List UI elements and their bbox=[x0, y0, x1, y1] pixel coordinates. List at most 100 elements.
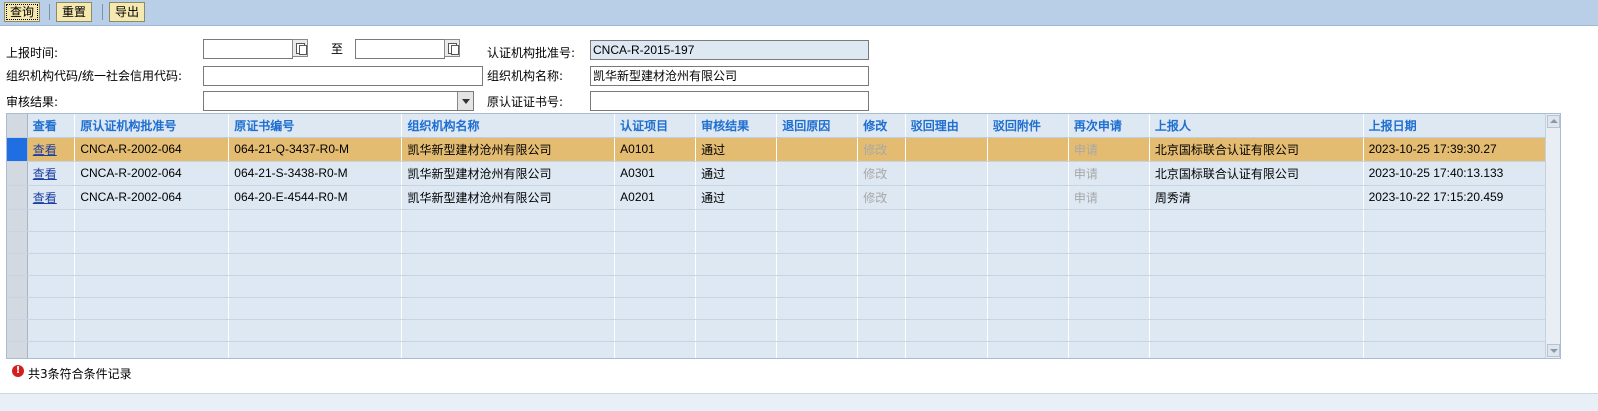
table-cell: 064-21-Q-3437-R0-M bbox=[228, 137, 403, 162]
export-button[interactable]: 导出 bbox=[109, 2, 146, 22]
table-cell: A0301 bbox=[614, 161, 697, 186]
column-header[interactable]: 驳回附件 bbox=[987, 114, 1069, 138]
row-selector[interactable] bbox=[7, 185, 28, 210]
table-cell bbox=[987, 185, 1069, 210]
table-cell: 2023-10-22 17:15:20.459 bbox=[1363, 185, 1547, 210]
view-link[interactable]: 查看 bbox=[33, 191, 57, 205]
reapply-action: 申请 bbox=[1068, 137, 1150, 162]
column-header[interactable]: 再次申请 bbox=[1068, 114, 1150, 138]
row-selector[interactable] bbox=[7, 137, 28, 162]
report-time-from-input[interactable] bbox=[203, 39, 293, 59]
org-name-input[interactable]: 凯华新型建材沧州有限公司 bbox=[590, 66, 869, 86]
table-cell: 2023-10-25 17:40:13.133 bbox=[1363, 161, 1547, 186]
record-count-text: 共3条符合条件记录 bbox=[28, 367, 132, 381]
table-cell bbox=[776, 137, 859, 162]
table-cell bbox=[987, 137, 1069, 162]
column-header[interactable]: 退回原因 bbox=[776, 114, 859, 138]
table-cell: 通过 bbox=[695, 137, 778, 162]
modify-action: 修改 bbox=[857, 185, 906, 210]
orig-cert-no-input[interactable] bbox=[590, 91, 869, 111]
cert-body-approval-label: 认证机构批准号: bbox=[487, 46, 576, 60]
query-button[interactable]: 查询 bbox=[4, 2, 41, 22]
reapply-action: 申请 bbox=[1068, 161, 1150, 186]
row-selector[interactable] bbox=[7, 161, 28, 186]
review-result-label: 审核结果: bbox=[6, 95, 59, 109]
toolbar-separator bbox=[102, 4, 103, 20]
table-cell: 通过 bbox=[695, 185, 778, 210]
column-header[interactable]: 组织机构名称 bbox=[401, 114, 616, 138]
bottom-bar bbox=[0, 393, 1598, 411]
column-header[interactable]: 认证项目 bbox=[614, 114, 697, 138]
table-cell: CNCA-R-2002-064 bbox=[74, 161, 230, 186]
calendar-icon[interactable] bbox=[444, 39, 460, 57]
column-header[interactable]: 修改 bbox=[857, 114, 906, 138]
column-header[interactable]: 审核结果 bbox=[695, 114, 778, 138]
calendar-icon[interactable] bbox=[292, 39, 308, 57]
report-time-to-input[interactable] bbox=[355, 39, 445, 59]
table-cell: 064-20-E-4544-R0-M bbox=[228, 185, 403, 210]
scroll-down-icon[interactable] bbox=[1547, 344, 1560, 357]
report-time-label: 上报时间: bbox=[6, 46, 59, 60]
column-header[interactable]: 原认证机构批准号 bbox=[74, 114, 230, 138]
table-cell: 凯华新型建材沧州有限公司 bbox=[401, 161, 616, 186]
alert-icon: ! bbox=[12, 365, 24, 377]
table-cell: 北京国标联合认证有限公司 bbox=[1149, 161, 1364, 186]
reset-button[interactable]: 重置 bbox=[56, 2, 93, 22]
org-name-label: 组织机构名称: bbox=[487, 69, 564, 83]
table-cell bbox=[905, 137, 988, 162]
table-cell bbox=[905, 185, 988, 210]
empty-row bbox=[7, 297, 1547, 320]
empty-row bbox=[7, 231, 1547, 254]
chevron-down-icon[interactable] bbox=[457, 92, 473, 110]
table-cell: 通过 bbox=[695, 161, 778, 186]
orig-cert-no-label: 原认证证书号: bbox=[487, 95, 564, 109]
org-code-input[interactable] bbox=[203, 66, 483, 86]
modify-action: 修改 bbox=[857, 137, 906, 162]
review-result-select[interactable] bbox=[203, 91, 474, 111]
view-cell: 查看 bbox=[27, 161, 76, 186]
table-cell: CNCA-R-2002-064 bbox=[74, 185, 230, 210]
empty-row bbox=[7, 275, 1547, 298]
table-row[interactable]: 查看 CNCA-R-2002-064 064-21-Q-3437-R0-M 凯华… bbox=[7, 137, 1547, 162]
view-link[interactable]: 查看 bbox=[33, 167, 57, 181]
table-cell: CNCA-R-2002-064 bbox=[74, 137, 230, 162]
table-cell bbox=[776, 161, 859, 186]
table-cell bbox=[987, 161, 1069, 186]
table-cell: A0101 bbox=[614, 137, 697, 162]
table-header-row: 查看 原认证机构批准号 原证书编号 组织机构名称 认证项目 审核结果 退回原因 … bbox=[7, 114, 1547, 138]
results-table: 查看 原认证机构批准号 原证书编号 组织机构名称 认证项目 审核结果 退回原因 … bbox=[7, 114, 1547, 358]
table-cell: A0201 bbox=[614, 185, 697, 210]
view-cell: 查看 bbox=[27, 185, 76, 210]
column-header[interactable]: 驳回理由 bbox=[905, 114, 988, 138]
results-grid: 查看 原认证机构批准号 原证书编号 组织机构名称 认证项目 审核结果 退回原因 … bbox=[6, 113, 1561, 359]
table-row[interactable]: 查看 CNCA-R-2002-064 064-20-E-4544-R0-M 凯华… bbox=[7, 185, 1547, 210]
row-header-corner bbox=[7, 114, 28, 138]
column-header[interactable]: 查看 bbox=[27, 114, 76, 138]
table-cell: 064-21-S-3438-R0-M bbox=[228, 161, 403, 186]
empty-row bbox=[7, 319, 1547, 342]
toolbar: 查询 重置 导出 bbox=[0, 0, 1598, 26]
reapply-action: 申请 bbox=[1068, 185, 1150, 210]
empty-row bbox=[7, 209, 1547, 232]
column-header[interactable]: 上报日期 bbox=[1363, 114, 1547, 138]
table-cell: 凯华新型建材沧州有限公司 bbox=[401, 137, 616, 162]
to-label: 至 bbox=[331, 42, 344, 56]
table-cell bbox=[905, 161, 988, 186]
scroll-up-icon[interactable] bbox=[1547, 115, 1560, 128]
table-cell: 周秀清 bbox=[1149, 185, 1364, 210]
cert-body-approval-field: CNCA-R-2015-197 bbox=[590, 40, 869, 60]
table-cell: 2023-10-25 17:39:30.27 bbox=[1363, 137, 1547, 162]
modify-action: 修改 bbox=[857, 161, 906, 186]
table-cell bbox=[776, 185, 859, 210]
table-cell: 北京国标联合认证有限公司 bbox=[1149, 137, 1364, 162]
table-row[interactable]: 查看 CNCA-R-2002-064 064-21-S-3438-R0-M 凯华… bbox=[7, 161, 1547, 186]
column-header[interactable]: 原证书编号 bbox=[228, 114, 403, 138]
view-cell: 查看 bbox=[27, 137, 76, 162]
table-cell: 凯华新型建材沧州有限公司 bbox=[401, 185, 616, 210]
column-header[interactable]: 上报人 bbox=[1149, 114, 1364, 138]
view-link[interactable]: 查看 bbox=[33, 143, 57, 157]
org-code-label: 组织机构代码/统一社会信用代码: bbox=[6, 69, 183, 83]
vertical-scrollbar[interactable] bbox=[1545, 114, 1560, 358]
empty-row bbox=[7, 341, 1547, 358]
empty-row bbox=[7, 253, 1547, 276]
